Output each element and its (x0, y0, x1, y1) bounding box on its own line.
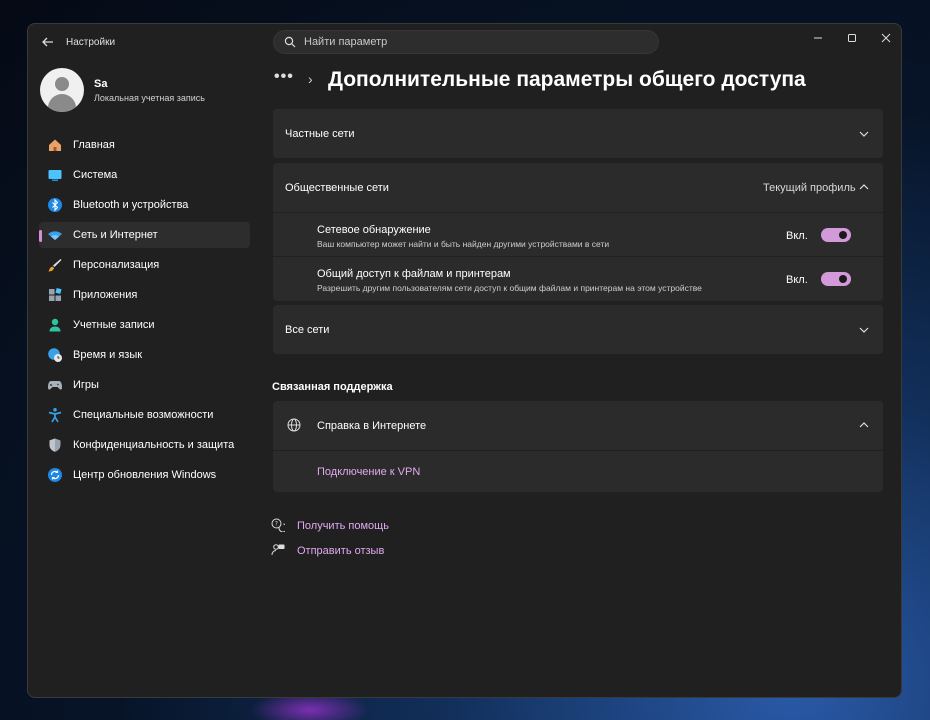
help-chat-icon: ? (271, 518, 285, 532)
public-networks-label: Общественные сети (285, 182, 389, 194)
sidebar-item-privacy[interactable]: Конфиденциальность и защита (39, 432, 250, 458)
wifi-icon (48, 231, 62, 240)
send-feedback-link[interactable]: Отправить отзыв (297, 545, 384, 557)
sidebar-item-label: Учетные записи (73, 319, 155, 331)
network-discovery-desc: Ваш компьютер может найти и быть найден … (317, 239, 610, 249)
file-sharing-toggle[interactable] (821, 272, 851, 286)
chevron-down-icon (859, 327, 869, 333)
toggle-knob (839, 231, 847, 239)
home-icon (49, 139, 61, 151)
current-profile-note: Текущий профиль (763, 182, 856, 194)
settings-window: Настройки Sa Локальная учетная запись Гл… (27, 23, 902, 698)
globe-clock-icon (48, 348, 62, 362)
brush-icon (48, 259, 62, 272)
app-title: Настройки (66, 37, 116, 48)
avatar-head (55, 77, 69, 91)
sidebar-item-windows-update[interactable]: Центр обновления Windows (39, 462, 250, 488)
avatar[interactable] (40, 68, 84, 112)
all-networks-card[interactable]: Все сети (273, 305, 883, 354)
shield-icon (49, 438, 61, 452)
vpn-link[interactable]: Подключение к VPN (317, 466, 420, 478)
feedback-icon (271, 544, 285, 556)
globe-icon (287, 418, 301, 432)
sidebar-item-label: Время и язык (73, 349, 143, 361)
sidebar-item-system[interactable]: Система (39, 162, 250, 188)
network-discovery-state: Вкл. (786, 230, 808, 242)
sidebar-item-label: Приложения (73, 289, 138, 301)
back-arrow-icon[interactable] (40, 34, 56, 50)
accessibility-icon (48, 408, 62, 423)
person-icon (49, 318, 61, 332)
close-icon[interactable] (875, 30, 897, 46)
divider (273, 212, 883, 213)
private-networks-label: Частные сети (285, 128, 355, 140)
get-help-link[interactable]: Получить помощь (297, 520, 389, 532)
gamepad-icon (48, 381, 62, 390)
network-discovery-title: Сетевое обнаружение (317, 224, 431, 236)
divider (273, 256, 883, 257)
online-help-title: Справка в Интернете (317, 420, 427, 432)
chevron-up-icon[interactable] (859, 420, 869, 430)
chevron-down-icon (859, 131, 869, 137)
public-networks-card: Общественные сети Текущий профиль Сетево… (273, 163, 883, 301)
avatar-body (48, 94, 76, 112)
maximize-icon[interactable] (841, 30, 863, 46)
search-input[interactable] (304, 34, 644, 50)
online-help-card: Справка в Интернете Подключение к VPN (273, 401, 883, 492)
private-networks-card[interactable]: Частные сети (273, 109, 883, 158)
sidebar-item-label: Сеть и Интернет (73, 229, 158, 241)
sidebar-item-bluetooth[interactable]: Bluetooth и устройства (39, 192, 250, 218)
file-sharing-state: Вкл. (786, 274, 808, 286)
search-icon (284, 36, 296, 48)
sidebar-item-network[interactable]: Сеть и Интернет (39, 222, 250, 248)
svg-text:?: ? (275, 521, 278, 528)
sidebar-item-label: Конфиденциальность и защита (73, 439, 235, 451)
sidebar-item-label: Главная (73, 139, 115, 151)
sidebar-item-gaming[interactable]: Игры (39, 372, 250, 398)
apps-icon (49, 287, 62, 301)
all-networks-label: Все сети (285, 324, 330, 336)
sidebar-item-accessibility[interactable]: Специальные возможности (39, 402, 250, 428)
sidebar-item-apps[interactable]: Приложения (39, 282, 250, 308)
file-sharing-desc: Разрешить другим пользователям сети дост… (317, 283, 702, 293)
bluetooth-icon (48, 198, 62, 212)
network-discovery-toggle[interactable] (821, 228, 851, 242)
toggle-knob (839, 275, 847, 283)
page-title: Дополнительные параметры общего доступа (328, 68, 806, 91)
divider (273, 450, 883, 451)
update-icon (48, 468, 62, 482)
sidebar-item-label: Специальные возможности (73, 409, 214, 421)
user-name: Sa (94, 78, 108, 90)
sidebar-item-label: Игры (73, 379, 99, 391)
file-sharing-title: Общий доступ к файлам и принтерам (317, 268, 511, 280)
display-icon (48, 170, 62, 181)
sidebar-item-accounts[interactable]: Учетные записи (39, 312, 250, 338)
minimize-icon[interactable] (807, 30, 829, 46)
account-type: Локальная учетная запись (94, 93, 205, 103)
sidebar-item-label: Центр обновления Windows (73, 469, 217, 481)
sidebar-item-label: Персонализация (73, 259, 160, 271)
related-support-title: Связанная поддержка (272, 381, 393, 393)
search-box[interactable] (273, 30, 659, 54)
breadcrumb-more[interactable]: ••• (274, 68, 294, 86)
sidebar-item-home[interactable]: Главная (39, 132, 250, 158)
sidebar-item-time-language[interactable]: Время и язык (39, 342, 250, 368)
sidebar-item-label: Bluetooth и устройства (73, 199, 189, 211)
sidebar-item-label: Система (73, 169, 118, 181)
breadcrumb-separator: › (308, 71, 313, 87)
chevron-up-icon[interactable] (859, 182, 869, 192)
sidebar-item-personalization[interactable]: Персонализация (39, 252, 250, 278)
